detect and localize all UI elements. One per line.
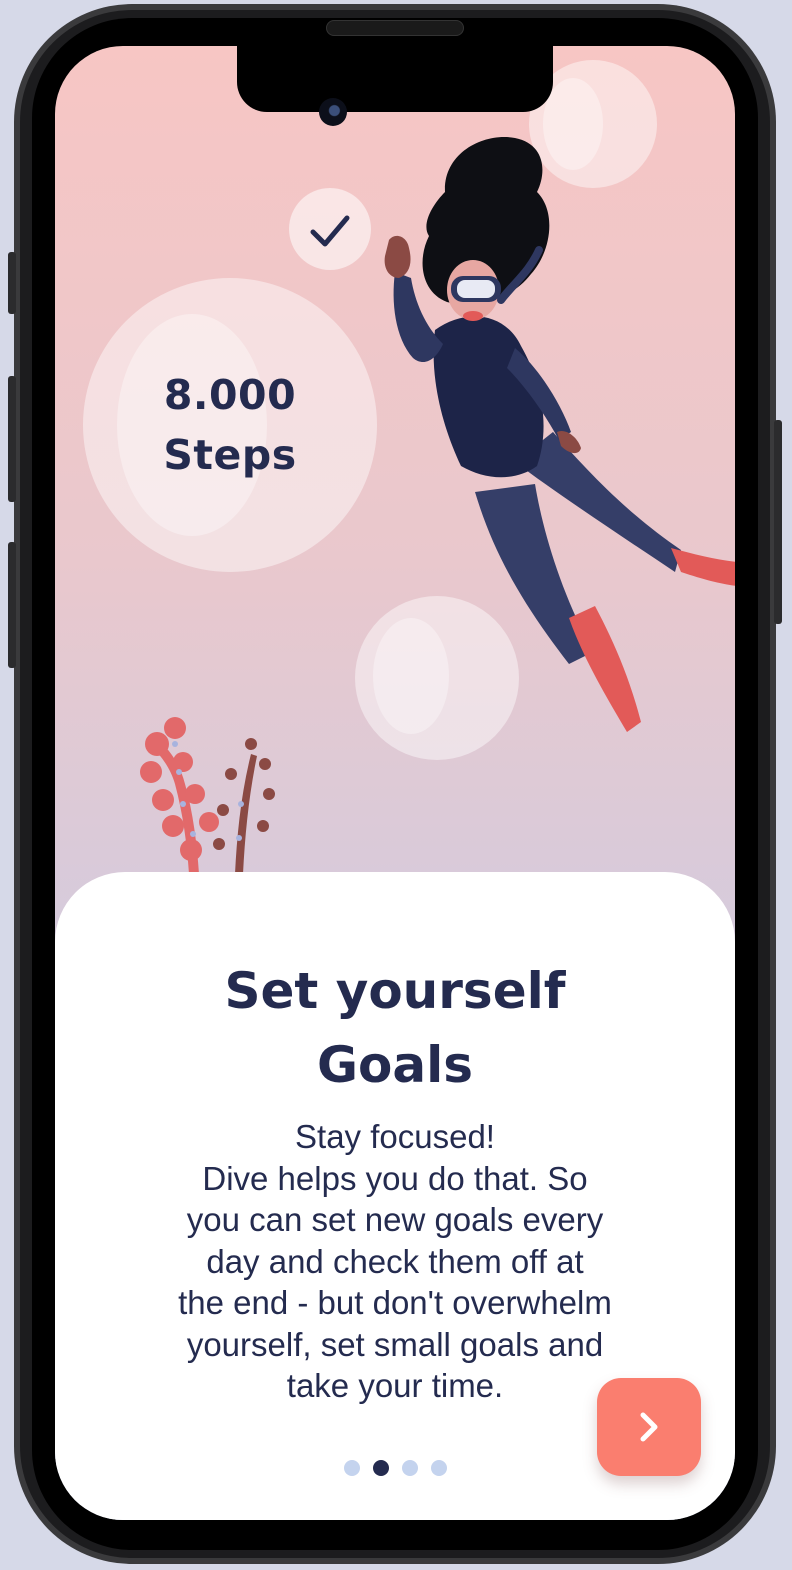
page-dot-3[interactable] (401, 1460, 418, 1476)
description-line: you can set new goals every (186, 1201, 604, 1238)
page-dot-4[interactable] (430, 1460, 447, 1476)
page-dot-2-active[interactable] (372, 1460, 389, 1476)
onboarding-description: Stay focused! Dive helps you do that. So… (145, 1116, 645, 1407)
notch (237, 46, 553, 112)
diver-illustration (384, 136, 735, 732)
onboarding-title-line-2: Goals (316, 1036, 474, 1094)
description-line: take your time. (286, 1367, 504, 1404)
description-line: day and check them off at (206, 1242, 584, 1280)
next-button[interactable] (597, 1378, 701, 1476)
chevron-right-icon (640, 1412, 658, 1442)
description-line: Stay focused! (295, 1118, 495, 1155)
steps-goal-value: 8.000 (163, 371, 297, 419)
description-line: the end - but don't overwhelm (178, 1284, 612, 1321)
page-dot-1[interactable] (343, 1460, 360, 1476)
app-screen: 8.000 Steps Set yourself Goals Stay focu… (55, 46, 735, 1520)
onboarding-title-line-1: Set yourself (224, 962, 566, 1020)
earpiece-speaker (326, 20, 464, 36)
coral-illustration (140, 717, 275, 874)
steps-goal-unit: Steps (163, 431, 297, 479)
description-line: yourself, set small goals and (186, 1325, 604, 1363)
onboarding-title: Set yourself Goals (55, 954, 735, 1102)
mute-switch (8, 252, 16, 314)
power-button (774, 420, 782, 624)
description-line: Dive helps you do that. So (202, 1159, 588, 1197)
volume-up-button (8, 376, 16, 502)
front-camera (319, 98, 347, 126)
onboarding-card: Set yourself Goals Stay focused! Dive he… (55, 872, 735, 1520)
volume-down-button (8, 542, 16, 668)
